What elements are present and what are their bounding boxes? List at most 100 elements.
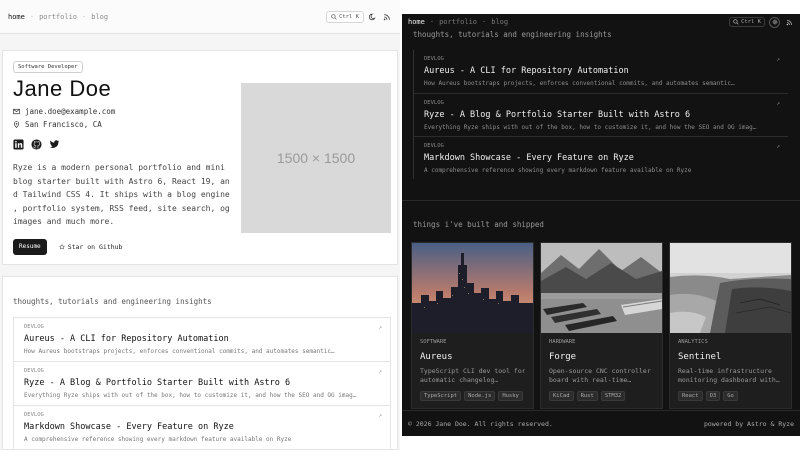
search-shortcut-label: Ctrl K [339, 13, 359, 20]
blog-section: thoughts, tutorials and engineering insi… [2, 276, 398, 450]
post-item[interactable]: DEVLOG Markdown Showcase - Every Feature… [414, 136, 788, 179]
project-card-body: SOFTWARE Aureus TypeScript CLI dev tool … [412, 333, 533, 407]
email-row[interactable]: jane.doe@example.com [13, 107, 115, 116]
post-item[interactable]: DEVLOG Aureus - A CLI for Repository Aut… [414, 50, 788, 93]
post-tag: DEVLOG [24, 368, 44, 374]
profile-bio: Ryze is a modern personal portfolio and … [13, 161, 235, 229]
search-button[interactable]: Ctrl K [729, 17, 765, 27]
tech-chip: React [678, 391, 703, 401]
tech-chip: Rust [576, 391, 598, 401]
project-card-body: HARDWARE Forge Open-source CNC controlle… [541, 333, 662, 407]
linkedin-icon[interactable] [13, 139, 24, 150]
profile-actions: Resume Star on Github [13, 239, 126, 255]
nav-separator: · [482, 18, 487, 26]
breadcrumb-dark: home · portfolio · blog [408, 18, 729, 26]
nav-link-blog[interactable]: blog [91, 13, 108, 21]
post-title: Markdown Showcase - Every Feature on Ryz… [424, 153, 634, 163]
nav-link-blog[interactable]: blog [491, 18, 508, 26]
project-card[interactable]: HARDWARE Forge Open-source CNC controlle… [540, 242, 663, 409]
dark-theme-panel: home · portfolio · blog Ctrl K thoughts,… [402, 14, 800, 436]
post-desc: A comprehensive reference showing every … [24, 436, 292, 443]
moon-icon [369, 13, 376, 20]
project-desc-line: Open-source CNC controller [549, 367, 651, 375]
bio-line: images and much more. [13, 217, 115, 226]
arrow-up-right-icon: ↗ [776, 56, 780, 63]
map-pin-icon [13, 121, 20, 128]
powered-by-link[interactable]: powered by Astro & Ryze [704, 420, 794, 428]
tech-chip: KiCad [549, 391, 574, 401]
breadcrumb: home · portfolio · blog [8, 13, 326, 21]
star-github-button[interactable]: Star on Github [55, 239, 127, 255]
project-desc-line: TypeScript CLI dev tool for [420, 367, 525, 375]
project-tag: SOFTWARE [420, 339, 447, 345]
post-item[interactable]: DEVLOG Aureus - A CLI for Repository Aut… [13, 317, 391, 361]
nav-link-home[interactable]: home [8, 13, 25, 21]
arrow-up-right-icon: ↗ [378, 412, 382, 419]
arrow-up-right-icon: ↗ [378, 368, 382, 375]
tech-chips: React D3 Go [678, 391, 783, 401]
tech-chip: Husky [498, 391, 523, 401]
nav-separator: · [429, 18, 435, 26]
top-nav-dark: home · portfolio · blog Ctrl K [402, 14, 800, 30]
nav-tools-dark: Ctrl K [729, 16, 794, 28]
project-name: Sentinel [678, 352, 722, 362]
arrow-up-right-icon: ↗ [776, 143, 780, 150]
post-tag: DEVLOG [24, 412, 44, 418]
post-desc: How Aureus bootstraps projects, enforces… [424, 80, 735, 87]
blog-subtitle: thoughts, tutorials and engineering insi… [413, 30, 612, 39]
location-text: San Francisco, CA [25, 120, 102, 129]
post-desc: How Aureus bootstraps projects, enforces… [24, 348, 335, 355]
post-item[interactable]: DEVLOG Ryze - A Blog & Portfolio Starter… [414, 93, 788, 136]
project-desc-line: Real-time infrastructure [678, 367, 772, 375]
profile-card: Software Developer Jane Doe jane.doe@exa… [2, 50, 398, 265]
theme-toggle-button[interactable] [769, 16, 780, 28]
star-github-label: Star on Github [67, 243, 123, 251]
blog-subtitle: thoughts, tutorials and engineering insi… [13, 297, 212, 306]
tech-chip: TypeScript [420, 391, 462, 401]
section-divider [402, 200, 800, 201]
post-tag: DEVLOG [24, 324, 44, 330]
github-icon[interactable] [31, 139, 42, 150]
theme-toggle-button[interactable] [368, 12, 378, 22]
post-title: Markdown Showcase - Every Feature on Ryz… [24, 422, 234, 432]
project-image-skyline [412, 243, 533, 333]
twitter-icon[interactable] [49, 139, 60, 150]
tech-chip: STM32 [600, 391, 626, 401]
projects-subtitle: things i've built and shipped [413, 220, 544, 229]
post-title: Aureus - A CLI for Repository Automation [424, 66, 629, 76]
project-card[interactable]: SOFTWARE Aureus TypeScript CLI dev tool … [411, 242, 534, 409]
email-text: jane.doe@example.com [25, 107, 116, 116]
post-desc: A comprehensive reference showing every … [424, 167, 692, 174]
profile-name: Jane Doe [13, 76, 112, 101]
search-button[interactable]: Ctrl K [326, 10, 364, 23]
project-desc-line: board with real-time… [549, 376, 632, 384]
tech-chips: TypeScript Node.js Husky [420, 391, 525, 401]
top-nav: home · portfolio · blog Ctrl K [0, 0, 400, 34]
light-theme-panel: home · portfolio · blog Ctrl K Software … [0, 0, 400, 450]
resume-button[interactable]: Resume [13, 239, 47, 255]
post-item[interactable]: DEVLOG Markdown Showcase - Every Feature… [13, 405, 391, 449]
project-card[interactable]: ANALYTICS Sentinel Real-time infrastruct… [669, 242, 792, 409]
post-desc: Everything Ryze ships with out of the bo… [24, 392, 357, 399]
post-item[interactable]: DEVLOG Ryze - A Blog & Portfolio Starter… [13, 361, 391, 405]
project-desc: Open-source CNC controller board with re… [549, 367, 654, 385]
rss-button[interactable] [382, 12, 392, 22]
post-tag: DEVLOG [424, 100, 444, 106]
post-title: Ryze - A Blog & Portfolio Starter Built … [24, 378, 291, 388]
social-links [13, 139, 60, 150]
arrow-up-right-icon: ↗ [776, 100, 780, 107]
project-card-body: ANALYTICS Sentinel Real-time infrastruct… [670, 333, 791, 407]
nav-link-portfolio[interactable]: portfolio [439, 18, 477, 26]
nav-tools: Ctrl K [326, 10, 392, 23]
arrow-up-right-icon: ↗ [378, 324, 382, 331]
project-name: Aureus [420, 352, 453, 362]
project-desc-line: automatic changelog… [420, 376, 499, 384]
bio-line: Ryze is a modern personal portfolio and … [13, 163, 225, 172]
rss-icon [383, 13, 390, 20]
search-shortcut-label: Ctrl K [741, 19, 761, 25]
rss-button[interactable] [784, 17, 794, 27]
nav-link-portfolio[interactable]: portfolio [39, 13, 77, 21]
nav-link-home[interactable]: home [408, 18, 425, 26]
project-desc: Real-time infrastructure monitoring dash… [678, 367, 783, 385]
post-title: Ryze - A Blog & Portfolio Starter Built … [424, 110, 691, 120]
